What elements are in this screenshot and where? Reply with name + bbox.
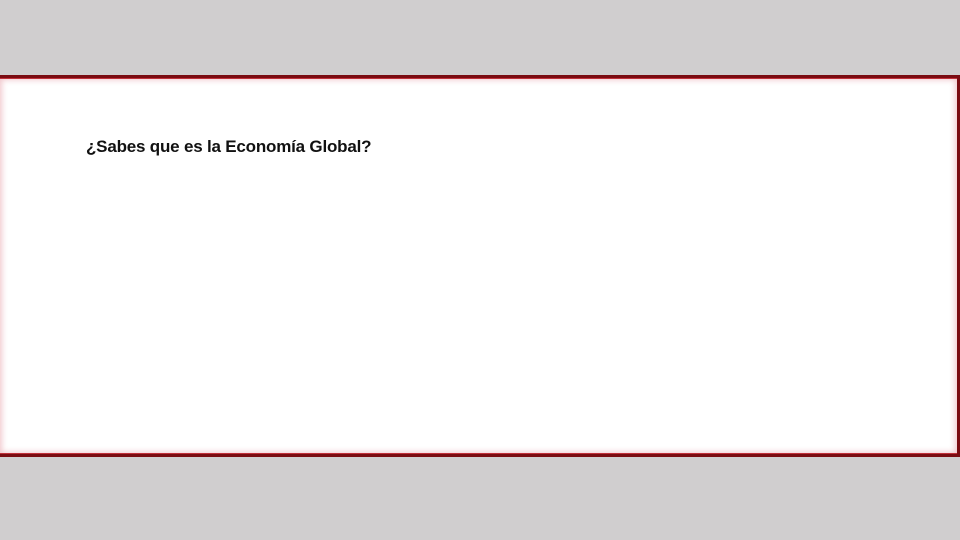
slide-question: ¿Sabes que es la Economía Global? bbox=[86, 137, 372, 156]
slide-panel: ¿Sabes que es la Economía Global? bbox=[0, 75, 960, 457]
